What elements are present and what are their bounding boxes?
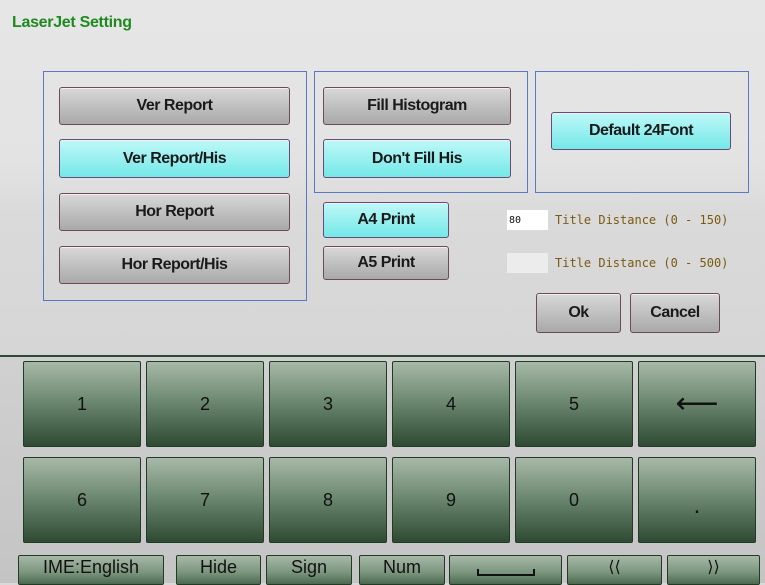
key-1[interactable]: 1 bbox=[23, 361, 141, 447]
key-2[interactable]: 2 bbox=[146, 361, 264, 447]
default-24font-button[interactable]: Default 24Font bbox=[551, 112, 731, 150]
settings-panel: LaserJet Setting Ver Report Ver Report/H… bbox=[0, 0, 765, 355]
hor-report-his-button[interactable]: Hor Report/His bbox=[59, 246, 290, 284]
key-7[interactable]: 7 bbox=[146, 457, 264, 543]
a5-title-distance-input[interactable] bbox=[507, 253, 548, 273]
key-8[interactable]: 8 bbox=[269, 457, 387, 543]
backspace-key[interactable]: ⟵ bbox=[638, 361, 756, 447]
key-5[interactable]: 5 bbox=[515, 361, 633, 447]
hor-report-button[interactable]: Hor Report bbox=[59, 193, 290, 231]
a5-print-button[interactable]: A5 Print bbox=[323, 246, 449, 280]
window-title: LaserJet Setting bbox=[12, 14, 132, 31]
key-9[interactable]: 9 bbox=[392, 457, 510, 543]
double-left-arrow-icon: ⟨⟨ bbox=[608, 559, 621, 576]
left-arrow-icon: ⟵ bbox=[675, 387, 719, 420]
key-4[interactable]: 4 bbox=[392, 361, 510, 447]
a5-title-distance-label: Title Distance (0 - 500) bbox=[555, 256, 729, 270]
double-right-arrow-icon: ⟩⟩ bbox=[707, 559, 720, 576]
key-3[interactable]: 3 bbox=[269, 361, 387, 447]
ver-report-his-button[interactable]: Ver Report/His bbox=[59, 139, 290, 178]
a4-title-distance-label: Title Distance (0 - 150) bbox=[555, 213, 729, 227]
space-bar-icon bbox=[476, 569, 535, 576]
ver-report-button[interactable]: Ver Report bbox=[59, 87, 290, 125]
a4-title-distance-input[interactable]: 80 bbox=[507, 210, 548, 230]
key-0[interactable]: 0 bbox=[515, 457, 633, 543]
fill-histogram-button[interactable]: Fill Histogram bbox=[323, 87, 511, 125]
key-6[interactable]: 6 bbox=[23, 457, 141, 543]
a4-print-button[interactable]: A4 Print bbox=[323, 202, 449, 238]
dont-fill-his-button[interactable]: Don't Fill His bbox=[323, 139, 511, 178]
key-dot[interactable]: . bbox=[638, 457, 756, 543]
cancel-button[interactable]: Cancel bbox=[630, 293, 720, 333]
ok-button[interactable]: Ok bbox=[536, 293, 621, 333]
